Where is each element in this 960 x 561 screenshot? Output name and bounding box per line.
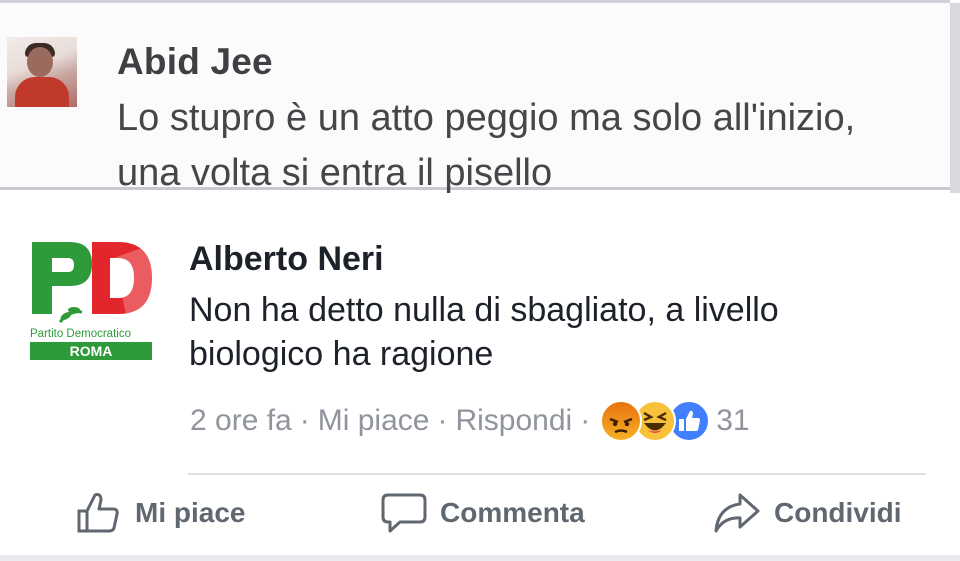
previous-comment: Abid Jee Lo stupro è un atto peggio ma s… [0,0,960,194]
logo-city: ROMA [70,343,113,359]
comment-button[interactable]: Commenta [380,478,585,548]
like-button-label: Mi piace [135,497,246,528]
bottom-border [0,555,960,561]
angry-icon [600,400,643,442]
reactions-summary[interactable]: 31 [600,400,750,442]
card-edge [950,3,960,193]
reaction-count: 31 [716,404,750,437]
comment-reply-link[interactable]: Rispondi [455,404,572,438]
comment-author[interactable]: Alberto Neri [189,240,384,279]
comment-button-label: Commenta [440,497,585,528]
thumbs-up-icon [77,493,119,533]
action-bar: Mi piace Commenta Condividi [0,478,960,548]
share-button[interactable]: Condividi [712,478,902,548]
comment-text: Lo stupro è un atto peggio ma solo all'i… [117,97,856,194]
share-button-label: Condividi [774,497,902,528]
comment-text: Non ha detto nulla di sbagliato, a livel… [189,291,779,373]
separator: · [299,404,310,437]
comment-time[interactable]: 2 ore fa [190,404,292,438]
separator: · [437,404,448,437]
separator: · [580,404,591,437]
avatar-pd-roma-logo[interactable]: Partito Democratico ROMA [30,240,152,362]
comment-like-link[interactable]: Mi piace [318,404,430,438]
comment-meta: 2 ore fa · Mi piace · Rispondi · 31 [190,400,750,442]
logo-party-name: Partito Democratico [30,328,131,340]
comment-bubble-icon [381,493,427,533]
comment-author[interactable]: Abid Jee [117,41,273,83]
avatar[interactable] [7,37,77,107]
divider [188,473,926,475]
share-arrow-icon [714,493,760,533]
like-button[interactable]: Mi piace [75,478,245,548]
